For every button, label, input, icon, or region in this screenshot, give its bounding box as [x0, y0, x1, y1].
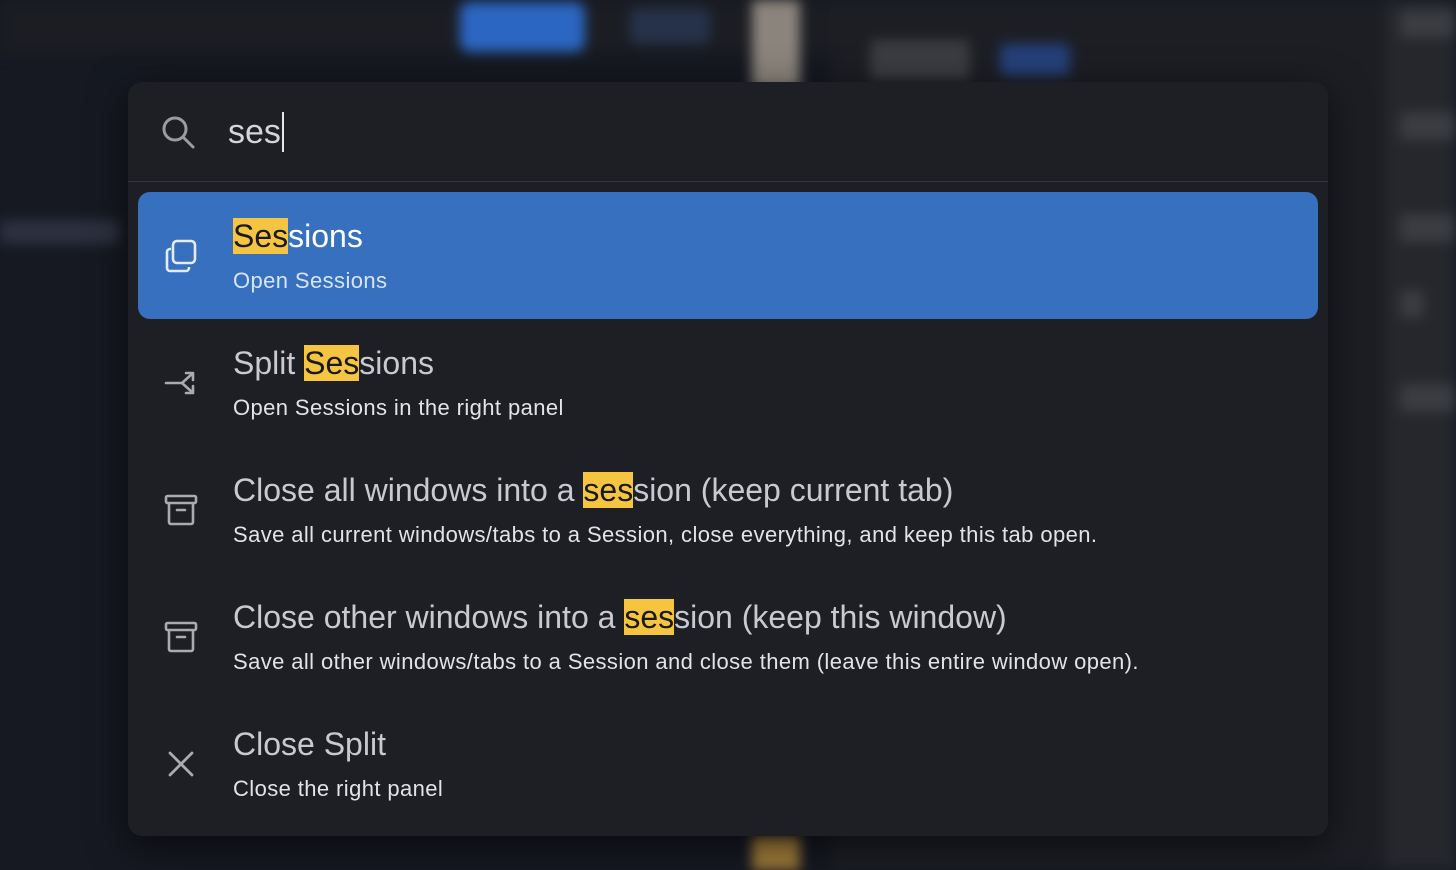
command-palette: ses Sessions Open Sessions Split Session…: [128, 82, 1328, 836]
title-text: sion (keep current tab): [633, 472, 954, 508]
close-icon: [162, 745, 200, 783]
background-button: [460, 2, 585, 52]
title-text: Close all windows into a: [233, 472, 584, 508]
result-title: Sessions: [233, 216, 363, 256]
copy-icon: [162, 237, 200, 275]
title-text: Split: [233, 345, 305, 381]
background-sidebar-item: [1400, 214, 1456, 242]
search-icon: [160, 114, 196, 150]
result-title: Close other windows into a session (keep…: [233, 597, 1007, 637]
background-sidebar-item: [1400, 290, 1424, 318]
background-text: [0, 220, 120, 244]
match-highlight: ses: [624, 599, 675, 635]
title-text: Close Split: [233, 726, 386, 762]
background-button: [630, 8, 710, 44]
result-title: Close Split: [233, 724, 386, 764]
background-sidebar-item: [1400, 384, 1456, 412]
result-item-close-other-windows[interactable]: Close other windows into a session (keep…: [138, 573, 1318, 700]
search-input-value: ses: [228, 113, 281, 151]
result-item-sessions[interactable]: Sessions Open Sessions: [138, 192, 1318, 319]
match-highlight: ses: [583, 472, 634, 508]
result-item-close-split[interactable]: Close Split Close the right panel: [138, 700, 1318, 827]
match-highlight: Ses: [233, 218, 289, 254]
result-subtitle: Save all current windows/tabs to a Sessi…: [233, 522, 1098, 547]
background-toolbar-item: [870, 40, 970, 80]
title-text: Close other windows into a: [233, 599, 625, 635]
background-sidebar-item: [1400, 10, 1456, 38]
title-text: sions: [359, 345, 434, 381]
result-subtitle: Close the right panel: [233, 776, 444, 801]
result-subtitle: Open Sessions: [233, 268, 388, 293]
search-bar: ses: [128, 82, 1328, 182]
text-caret: [281, 112, 284, 152]
result-subtitle: Open Sessions in the right panel: [233, 395, 564, 420]
match-highlight: Ses: [304, 345, 360, 381]
result-title: Split Sessions: [233, 343, 434, 383]
background-toolbar-item: [1000, 44, 1070, 76]
background-sidebar-item: [1400, 112, 1456, 140]
split-arrows-icon: [162, 364, 200, 402]
archive-icon: [162, 618, 200, 656]
background-divider: [752, 836, 800, 870]
title-text: sion (keep this window): [674, 599, 1007, 635]
title-text: sions: [288, 218, 363, 254]
result-title: Close all windows into a session (keep c…: [233, 470, 953, 510]
result-item-split-sessions[interactable]: Split Sessions Open Sessions in the righ…: [138, 319, 1318, 446]
archive-icon: [162, 491, 200, 529]
background-divider: [752, 0, 800, 90]
result-item-close-all-windows[interactable]: Close all windows into a session (keep c…: [138, 446, 1318, 573]
results-list: Sessions Open Sessions Split Sessions Op…: [138, 192, 1318, 827]
result-subtitle: Save all other windows/tabs to a Session…: [233, 649, 1139, 674]
search-input[interactable]: ses: [228, 108, 1288, 156]
